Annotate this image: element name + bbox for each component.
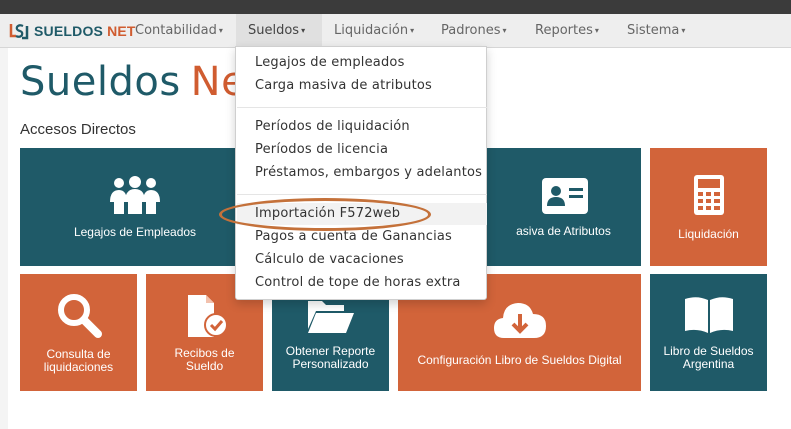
sueldos-dropdown-menu: Legajos de empleados Carga masiva de atr…	[235, 46, 487, 300]
brand-name: SUELDOS NET	[34, 23, 136, 39]
tile-label: Legajos de Empleados	[73, 224, 197, 239]
tile-label-line1: Libro de Sueldos	[663, 343, 754, 358]
tile-label: Configuración Libro de Sueldos Digital	[417, 353, 622, 367]
caret-down-icon: ▾	[681, 26, 686, 35]
users-group-icon	[110, 175, 160, 214]
tile-label-line2: Personalizado	[292, 356, 369, 371]
nav-sueldos[interactable]: Sueldos ▾	[236, 14, 322, 48]
brand-logo[interactable]: SUELDOS NET	[8, 18, 136, 44]
search-icon	[57, 293, 102, 338]
folder-open-icon	[307, 300, 354, 333]
page-title: Sueldos Net	[20, 59, 263, 105]
menu-divider	[237, 194, 487, 195]
menu-item-periodos-licencia[interactable]: Períodos de licencia	[255, 140, 388, 160]
menu-item-calculo-vacaciones[interactable]: Cálculo de vacaciones	[255, 250, 404, 270]
menu-item-control-tope-horas[interactable]: Control de tope de horas extra	[255, 273, 461, 293]
book-icon	[684, 296, 733, 333]
tile-label: Liquidación	[678, 226, 739, 241]
id-card-icon	[541, 177, 588, 214]
tile-label-line1: Consulta de	[46, 346, 111, 361]
caret-down-icon: ▾	[594, 26, 599, 35]
tile-label-line2: Sueldo	[185, 358, 224, 373]
nav-padrones[interactable]: Padrones ▾	[429, 14, 519, 48]
window-top-strip	[0, 0, 791, 14]
nav-contabilidad[interactable]: Contabilidad ▾	[123, 14, 235, 48]
nav-liquidacion[interactable]: Liquidación ▾	[322, 14, 426, 48]
menu-item-legajos-empleados[interactable]: Legajos de empleados	[255, 53, 405, 73]
tile-label-line2: Argentina	[682, 356, 735, 371]
top-navbar: SUELDOS NET Contabilidad ▾ Sueldos ▾ Liquid…	[0, 14, 791, 48]
caret-down-icon: ▾	[410, 26, 415, 35]
tile-label-line1: Recibos de	[174, 345, 235, 360]
menu-item-periodos-liquidacion[interactable]: Períodos de liquidación	[255, 117, 410, 137]
nav-reportes[interactable]: Reportes ▾	[523, 14, 611, 48]
caret-down-icon: ▾	[218, 26, 223, 35]
menu-item-carga-masiva-atributos[interactable]: Carga masiva de atributos	[255, 76, 432, 96]
menu-item-prestamos-embargos[interactable]: Préstamos, embargos y adelantos	[255, 163, 482, 183]
tile-legajos-empleados[interactable]: Legajos de Empleados	[20, 148, 250, 266]
caret-down-icon: ▾	[301, 26, 306, 35]
section-label: Accesos Directos	[20, 121, 136, 138]
caret-down-icon: ▾	[502, 26, 507, 35]
sueldos-net-logo-icon	[9, 24, 29, 40]
menu-divider	[237, 107, 487, 108]
calculator-icon	[693, 174, 724, 215]
tile-label-line1: Obtener Reporte	[285, 343, 376, 358]
tile-consulta-liquidaciones[interactable]: Consulta de liquidaciones	[20, 274, 137, 391]
nav-sistema[interactable]: Sistema ▾	[615, 14, 697, 48]
tile-label-line2: liquidaciones	[43, 359, 114, 374]
annotation-ellipse	[219, 198, 431, 231]
tile-libro-sueldos-argentina[interactable]: Libro de Sueldos Argentina	[650, 274, 767, 391]
tile-liquidacion[interactable]: Liquidación	[650, 148, 767, 266]
file-check-icon	[187, 294, 228, 337]
cloud-download-icon	[493, 303, 546, 338]
